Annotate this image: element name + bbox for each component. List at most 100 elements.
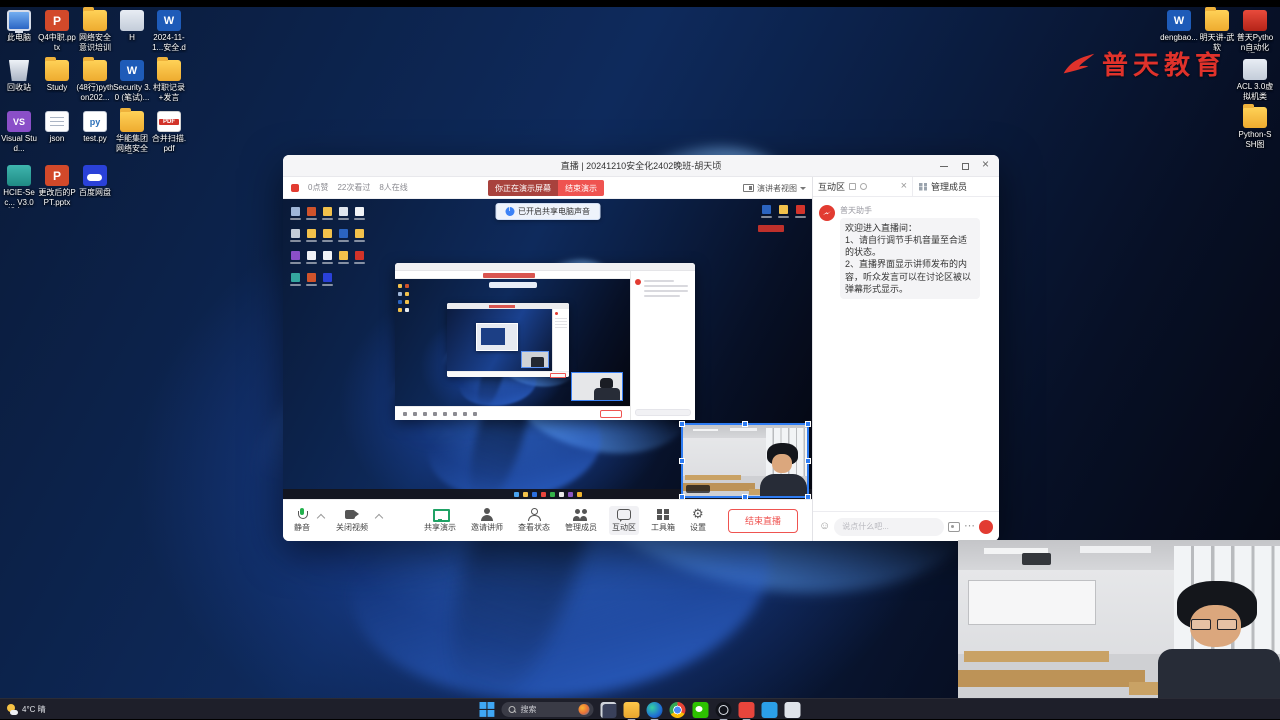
visual-studio-icon: [7, 111, 31, 132]
resize-handle[interactable]: [679, 421, 685, 427]
wechat-icon[interactable]: [693, 702, 709, 718]
folder-icon: [83, 10, 107, 31]
manage-members-button[interactable]: 管理成员: [562, 506, 600, 535]
presenting-banner: 你正在演示屏幕 结束演示: [488, 180, 604, 196]
task-view-icon[interactable]: [601, 702, 617, 718]
tab-manage-members[interactable]: 管理成员: [913, 177, 999, 196]
desktop-icon-python-folder[interactable]: (48行)python202...: [76, 60, 114, 102]
app-icon: [1243, 59, 1267, 80]
camera-options-chevron-icon[interactable]: [375, 513, 383, 521]
desktop-icon-acl[interactable]: ACL 3.0虚拟机类: [1236, 59, 1274, 101]
desktop-icon-ppt2[interactable]: 更改后的PPT.pptx: [38, 165, 76, 207]
desktop-icon-pdf[interactable]: 合并扫描.pdf: [150, 111, 188, 153]
desktop-icon-docx[interactable]: 2024-11-1...安全.docx: [150, 10, 188, 53]
folder-icon: [1205, 10, 1229, 31]
chat-input[interactable]: [834, 518, 944, 536]
mirrored-avatar: [635, 279, 641, 285]
resize-handle[interactable]: [742, 421, 748, 427]
window-titlebar[interactable]: 直播 | 20241210安全化2402晚班-胡天顷: [283, 155, 999, 177]
desktop-icon-testpy[interactable]: test.py: [76, 111, 114, 144]
mirrored-chat-panel: [630, 271, 695, 420]
send-button[interactable]: [979, 520, 993, 534]
start-button[interactable]: [480, 702, 495, 717]
mirrored-top-right-icons: [759, 203, 808, 223]
view-mode-select[interactable]: 演讲者视图: [743, 181, 806, 195]
file-explorer-icon[interactable]: [624, 702, 640, 718]
mic-options-chevron-icon[interactable]: [317, 513, 325, 521]
taskbar-search[interactable]: 搜索: [502, 702, 594, 717]
chrome-icon[interactable]: [670, 702, 686, 718]
mirrored-titlebar: [395, 263, 695, 271]
image-icon[interactable]: [948, 522, 960, 532]
resize-handle[interactable]: [679, 458, 685, 464]
resize-handle[interactable]: [805, 494, 811, 499]
live-app-icon[interactable]: [739, 702, 755, 718]
view-status-button[interactable]: 查看状态: [515, 506, 553, 535]
desktop-icon-putian-python[interactable]: 普天Python自动化运...: [1236, 10, 1274, 53]
app-toolbar: 静音 关闭视频 共享演示 邀请讲师 查看状态 管理成员 互动区 工具箱 设置 结…: [283, 499, 812, 541]
share-screen-button[interactable]: 共享演示: [421, 506, 459, 535]
desktop-icon-this-pc[interactable]: 此电脑: [0, 10, 38, 43]
desktop-icon-folder[interactable]: 网络安全意识培训: [76, 10, 114, 52]
desktop-icon-notes-folder[interactable]: 村职记录+发言: [150, 60, 188, 102]
desktop-icon-json[interactable]: json: [38, 111, 76, 144]
resize-handle[interactable]: [805, 421, 811, 427]
camera-icon: [344, 508, 360, 521]
end-presentation-button[interactable]: 结束演示: [558, 180, 604, 196]
tab-interaction-zone[interactable]: 互动区: [813, 177, 913, 196]
word-icon: [120, 60, 144, 81]
mute-button[interactable]: 静音: [291, 506, 313, 535]
views-count: 22次看过: [337, 182, 370, 193]
chat-message: 普天助手 欢迎进入直播间： 1、请自行调节手机音量至合适的状态。 2、直播界面显…: [819, 205, 993, 299]
desktop-icon-hcie[interactable]: HCIE-Sec... V3.0 设备...: [0, 165, 38, 208]
vscode-icon[interactable]: [762, 702, 778, 718]
screen-share-view: 已开启共享电脑声音: [283, 199, 812, 499]
end-live-button[interactable]: 结束直播: [728, 509, 798, 533]
desktop-icon-study[interactable]: Study: [38, 60, 76, 93]
settings-button[interactable]: 设置: [687, 506, 709, 535]
weather-widget[interactable]: 4°C 晴: [7, 699, 46, 720]
desktop-icon-baidu-pan[interactable]: 百度网盘: [76, 165, 114, 198]
obs-icon[interactable]: [716, 702, 732, 718]
desktop-icon-pptx[interactable]: Q4中职.pptx: [38, 10, 76, 52]
desktop-icon-h[interactable]: H: [113, 10, 151, 43]
detach-icon[interactable]: [860, 183, 867, 190]
camera-off-button[interactable]: 关闭视频: [333, 506, 371, 535]
bing-icon[interactable]: [579, 704, 590, 715]
deep-chat-panel: [552, 309, 569, 371]
resize-handle[interactable]: [679, 494, 685, 499]
camera-preview-window[interactable]: [958, 540, 1280, 698]
emoji-icon[interactable]: [819, 521, 830, 532]
edge-icon[interactable]: [647, 702, 663, 718]
more-icon[interactable]: [964, 521, 975, 532]
camera-overlay-thumb[interactable]: [681, 423, 809, 498]
info-icon: [505, 207, 514, 216]
mirrored-toolbar: [395, 406, 630, 420]
app-icon[interactable]: [785, 702, 801, 718]
desktop-icon-huaneng-folder[interactable]: 华能集团网络安全项...: [113, 111, 151, 154]
desktop-icon-security-doc[interactable]: Security 3.0 (笔试)...: [113, 60, 151, 102]
interaction-zone-button[interactable]: 互动区: [609, 506, 639, 535]
maximize-icon[interactable]: [960, 161, 970, 171]
resize-handle[interactable]: [805, 458, 811, 464]
chevron-down-icon: [800, 187, 806, 190]
desktop-icon-dengbao[interactable]: dengbao...: [1160, 10, 1198, 43]
minimize-icon[interactable]: [939, 161, 949, 171]
app-icon: [1243, 10, 1267, 31]
invite-teacher-button[interactable]: 邀请讲师: [468, 506, 506, 535]
desktop-icon-recycle-bin[interactable]: 回收站: [0, 60, 38, 93]
powerpoint-icon: [45, 165, 69, 186]
chat-area[interactable]: 普天助手 欢迎进入直播间： 1、请自行调节手机音量至合适的状态。 2、直播界面显…: [813, 197, 999, 511]
mirrored-presenting-banner: [483, 273, 535, 278]
share-audio-notice: 已开启共享电脑声音: [495, 203, 600, 220]
folder-icon: [45, 60, 69, 81]
close-panel-icon[interactable]: [901, 181, 907, 192]
popout-icon[interactable]: [849, 183, 856, 190]
toolbox-button[interactable]: 工具箱: [648, 506, 678, 535]
desktop-icon-python-ssh[interactable]: Python-SSH图: [1236, 107, 1274, 149]
window-title: 直播 | 20241210安全化2402晚班-胡天顷: [283, 155, 999, 177]
resize-handle[interactable]: [742, 494, 748, 499]
close-icon[interactable]: [981, 161, 991, 171]
desktop-icon-visual-studio[interactable]: Visual Stud...: [0, 111, 38, 153]
baidu-pan-icon: [83, 165, 107, 186]
